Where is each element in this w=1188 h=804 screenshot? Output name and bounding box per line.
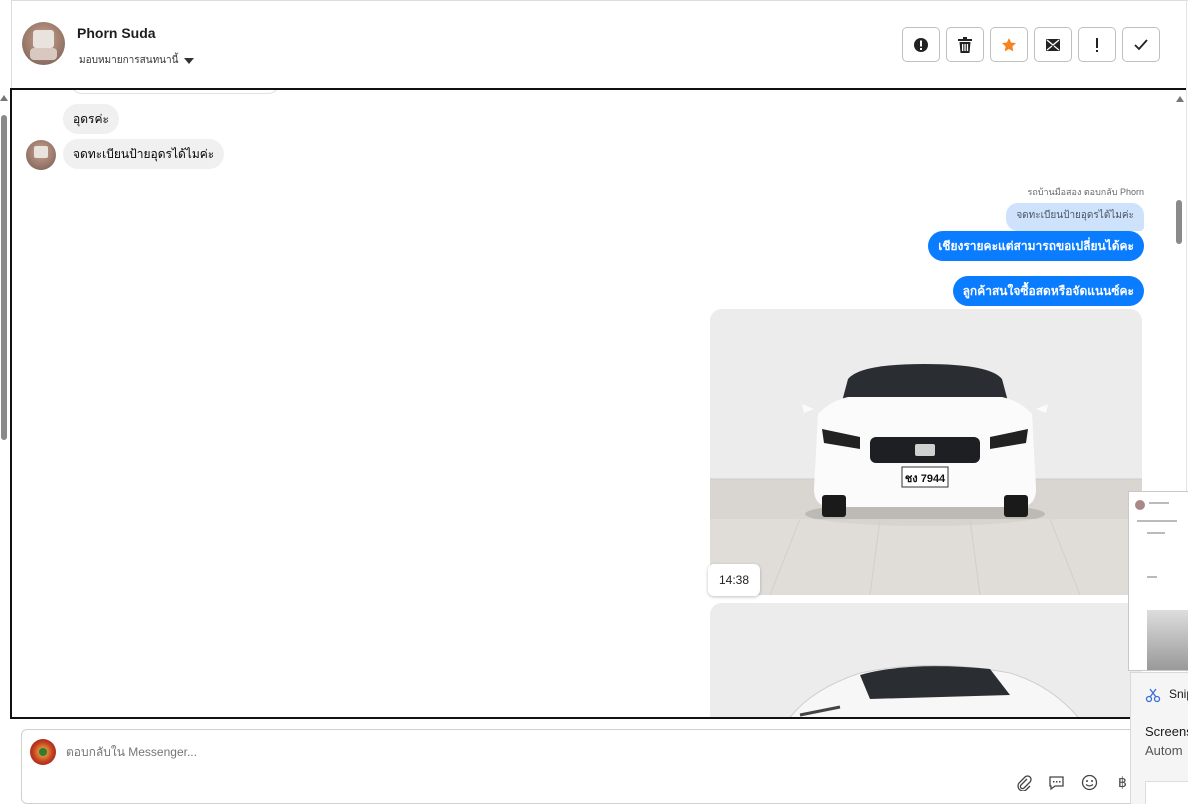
snip-tool-icon <box>1145 688 1161 703</box>
incoming-message[interactable]: อุดรค่ะ <box>63 104 119 134</box>
chevron-down-icon <box>184 57 195 64</box>
thumbnail-image <box>1147 610 1188 670</box>
car-photo-attachment[interactable]: ชง 7944 <box>710 309 1142 595</box>
star-icon <box>1002 37 1016 51</box>
trash-icon <box>958 36 972 53</box>
scroll-up-arrow-icon[interactable] <box>1176 96 1184 102</box>
page-avatar <box>30 739 56 765</box>
reply-composer: ฿ <box>21 729 1181 804</box>
reply-input[interactable] <box>66 745 666 759</box>
outgoing-message[interactable]: ลูกค้าสนใจซื้อสดหรือจัดแนนซ์คะ <box>952 276 1144 306</box>
scroll-thumb[interactable] <box>1176 200 1182 244</box>
car-photo-attachment[interactable] <box>710 603 1142 717</box>
snip-message-line2: Autom <box>1145 743 1183 758</box>
emoji-icon <box>1081 774 1098 791</box>
screenshot-preview-thumbnail[interactable] <box>1128 491 1188 671</box>
attach-icon <box>1016 774 1032 791</box>
scroll-up-arrow-icon[interactable] <box>0 95 8 101</box>
messenger-inbox: Phorn Suda มอบหมายการสนทนานี้ อุดรค่ะ จด… <box>0 0 1188 804</box>
page-scrollbar[interactable] <box>0 95 8 440</box>
saved-replies-button[interactable] <box>1047 773 1066 792</box>
car-photo <box>710 603 1142 717</box>
message-timestamp: 14:38 <box>708 564 760 596</box>
snip-notification[interactable]: Snip Screens Autom <box>1130 672 1188 804</box>
snip-title: Snip <box>1169 687 1188 701</box>
scroll-thumb[interactable] <box>1 115 7 440</box>
delete-button[interactable] <box>946 27 984 62</box>
follow-up-icon <box>1096 37 1098 52</box>
composer-tools: ฿ <box>1014 773 1132 792</box>
snip-message-line1: Screens <box>1145 724 1188 739</box>
snip-preview-box <box>1145 781 1188 804</box>
header-actions <box>902 27 1160 62</box>
incoming-message[interactable]: จดทะเบียนป้ายอุดรได้ไมค่ะ <box>63 139 225 169</box>
saved-replies-icon <box>1049 775 1064 790</box>
avatar <box>1135 500 1145 510</box>
done-icon <box>1134 38 1148 50</box>
quoted-message[interactable]: จดทะเบียนป้ายอุดรได้ไมค่ะ <box>1006 203 1144 231</box>
payment-icon: ฿ <box>1118 774 1127 790</box>
message-thread[interactable]: อุดรค่ะ จดทะเบียนป้ายอุดรได้ไมค่ะ รถบ้าน… <box>10 88 1186 719</box>
spam-icon <box>914 37 928 52</box>
message-bubble-partial <box>70 90 280 94</box>
outgoing-message[interactable]: เชียงรายคะแต่สามารถขอเปลี่ยนได้คะ <box>928 231 1144 261</box>
avatar[interactable] <box>22 22 65 65</box>
star-button[interactable] <box>990 27 1028 62</box>
attach-button[interactable] <box>1014 773 1033 792</box>
assign-label: มอบหมายการสนทนานี้ <box>79 55 179 66</box>
mark-done-button[interactable] <box>1122 27 1160 62</box>
reply-context-label: รถบ้านมือสอง ตอบกลับ Phorn <box>1027 187 1145 197</box>
mark-spam-button[interactable] <box>902 27 940 62</box>
conversation-header: Phorn Suda มอบหมายการสนทนานี้ <box>12 1 1186 87</box>
license-plate: ชง 7944 <box>905 473 946 485</box>
follow-up-button[interactable] <box>1078 27 1116 62</box>
car-photo: ชง 7944 <box>710 309 1142 595</box>
mark-unread-icon <box>1046 38 1060 51</box>
contact-name[interactable]: Phorn Suda <box>77 25 156 41</box>
mark-unread-button[interactable] <box>1034 27 1072 62</box>
avatar[interactable] <box>26 140 56 170</box>
emoji-button[interactable] <box>1080 773 1099 792</box>
assign-conversation-dropdown[interactable]: มอบหมายการสนทนานี้ <box>79 53 195 68</box>
